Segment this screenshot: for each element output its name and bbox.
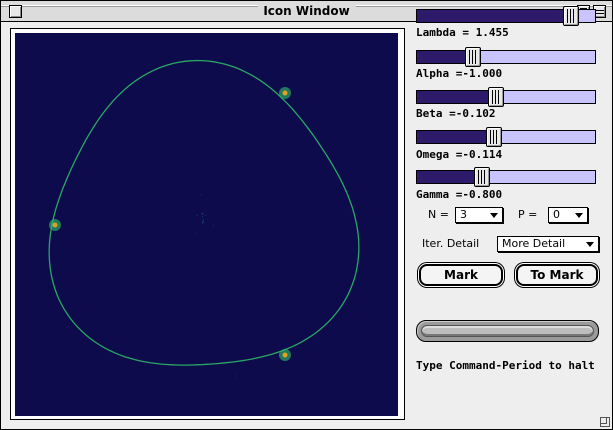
symmetric-icon-attractor — [48, 59, 360, 377]
alpha-label: Alpha =-1.000 — [416, 67, 503, 80]
chevron-down-icon — [586, 242, 594, 247]
iter-detail-value: More Detail — [502, 237, 566, 250]
attractor-hotspot — [52, 222, 58, 228]
status-message: Type Command-Period to halt — [416, 359, 595, 372]
iter-detail-popup[interactable]: More Detail — [497, 236, 599, 252]
n-popup[interactable]: 3 — [455, 207, 503, 223]
mark-button[interactable]: Mark — [419, 264, 503, 286]
chevron-down-icon — [575, 213, 583, 218]
slider-track[interactable] — [416, 90, 596, 104]
gamma-slider[interactable] — [416, 167, 596, 187]
n-value: 3 — [460, 208, 467, 221]
beta-label: Beta =-0.102 — [416, 107, 496, 120]
p-popup[interactable]: 0 — [548, 207, 588, 223]
attractor-envelope — [48, 59, 360, 366]
lambda-slider[interactable] — [416, 6, 596, 26]
p-value: 0 — [553, 208, 560, 221]
slider-thumb[interactable] — [464, 47, 481, 67]
to-mark-button[interactable]: To Mark — [516, 264, 598, 286]
iter-detail-label: Iter. Detail — [422, 237, 480, 250]
slider-thumb[interactable] — [562, 6, 579, 26]
close-box-icon[interactable] — [9, 5, 22, 18]
attractor-canvas — [15, 33, 398, 416]
progress-bar — [416, 320, 599, 342]
alpha-slider[interactable] — [416, 47, 596, 67]
slider-track[interactable] — [416, 130, 596, 144]
omega-label: Omega =-0.114 — [416, 148, 503, 161]
window-title: Icon Window — [257, 3, 356, 19]
resize-grip-icon[interactable] — [598, 415, 610, 427]
chevron-down-icon — [490, 213, 498, 218]
beta-slider[interactable] — [416, 87, 596, 107]
attractor-canvas-frame — [10, 28, 405, 420]
gamma-label: Gamma =-0.800 — [416, 188, 503, 201]
p-label: P = — [518, 208, 538, 221]
progress-bar-track — [421, 325, 594, 337]
omega-slider[interactable] — [416, 127, 596, 147]
attractor-point-cloud — [195, 194, 236, 377]
slider-track[interactable] — [416, 170, 596, 184]
icon-window: Icon Window Lambda = 1.455 Alpha =-1.000… — [0, 0, 613, 430]
slider-thumb[interactable] — [486, 127, 503, 147]
slider-thumb[interactable] — [473, 167, 490, 187]
n-label: N = — [428, 208, 449, 221]
slider-thumb[interactable] — [488, 87, 505, 107]
lambda-label: Lambda = 1.455 — [416, 26, 509, 39]
slider-track[interactable] — [416, 50, 596, 64]
attractor-hotspot — [282, 90, 288, 96]
attractor-hotspot — [282, 352, 288, 358]
